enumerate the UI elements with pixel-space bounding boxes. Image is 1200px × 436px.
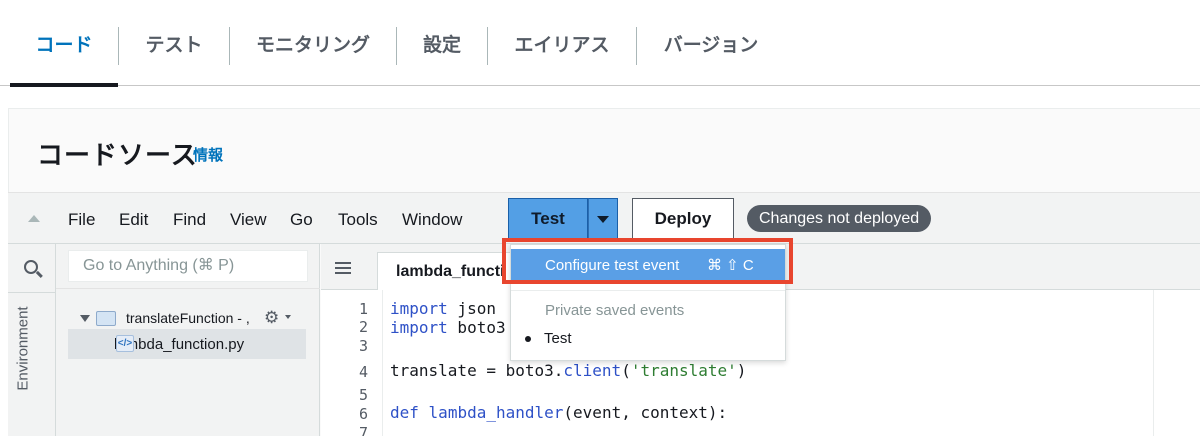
code-line-4: translate = boto3.client('translate') — [390, 361, 747, 380]
line-number: 3 — [358, 337, 368, 355]
folder-name: translateFunction - , — [126, 310, 250, 326]
search-icon[interactable] — [24, 260, 38, 274]
go-to-anything-input[interactable] — [68, 250, 308, 282]
line-number: 5 — [358, 386, 368, 404]
top-tab-bar: コード テスト モニタリング 設定 エイリアス バージョン — [0, 0, 1200, 87]
file-list-icon[interactable] — [335, 262, 351, 274]
line-number: 6 — [358, 405, 368, 423]
line-number: 7 — [358, 424, 368, 436]
saved-event-test-item[interactable]: Test — [525, 330, 572, 347]
environment-label: Environment — [14, 306, 32, 391]
tab-test[interactable]: テスト — [119, 0, 229, 86]
tab-monitoring[interactable]: モニタリング — [230, 0, 396, 86]
divider — [511, 290, 785, 291]
line-number: 2 — [358, 318, 368, 336]
saved-event-label: Test — [544, 330, 572, 347]
menu-edit[interactable]: Edit — [119, 210, 148, 230]
tab-aliases[interactable]: エイリアス — [488, 0, 636, 86]
panel-title: コードソース — [37, 140, 198, 170]
expand-triangle-icon[interactable] — [80, 314, 90, 322]
tab-settings[interactable]: 設定 — [397, 0, 487, 86]
test-dropdown-button[interactable] — [588, 198, 618, 240]
gear-icon[interactable]: ⚙ — [264, 308, 279, 328]
line-number: 4 — [358, 363, 368, 381]
code-line-6: def lambda_handler(event, context): — [390, 403, 728, 422]
menu-go[interactable]: Go — [290, 210, 313, 230]
ide-menu-bar: File Edit Find View Go Tools Window Test… — [8, 192, 1200, 244]
menu-tools[interactable]: Tools — [338, 210, 378, 230]
python-file-icon: </> — [116, 335, 134, 352]
info-link[interactable]: 情報 — [193, 144, 223, 165]
menu-find[interactable]: Find — [173, 210, 206, 230]
line-number-gutter: 1 2 3 4 5 6 7 — [321, 290, 383, 436]
divider — [56, 288, 320, 289]
environment-tab[interactable]: Environment — [6, 300, 36, 410]
caret-down-icon — [285, 315, 291, 319]
collapse-up-icon[interactable] — [28, 215, 40, 222]
status-badge: Changes not deployed — [747, 205, 932, 232]
test-button[interactable]: Test — [508, 198, 588, 240]
annotation-highlight-box — [502, 238, 793, 284]
tab-versions[interactable]: バージョン — [637, 0, 785, 86]
line-number: 1 — [358, 300, 368, 318]
tree-file-row[interactable]: </> lambda_function.py — [68, 329, 306, 359]
section-header: Private saved events — [545, 302, 685, 319]
code-line-1: import json — [390, 299, 496, 318]
folder-icon — [96, 310, 116, 326]
tree-folder-row[interactable]: translateFunction - , — [80, 307, 250, 329]
file-tree-panel: translateFunction - , ⚙ </> lambda_funct… — [56, 244, 320, 436]
print-margin — [1153, 290, 1154, 436]
menu-window[interactable]: Window — [402, 210, 462, 230]
menu-file[interactable]: File — [68, 210, 95, 230]
deploy-button[interactable]: Deploy — [632, 198, 734, 240]
code-line-2: import boto3 — [390, 318, 506, 337]
tab-code[interactable]: コード — [10, 0, 118, 87]
bullet-icon — [525, 335, 531, 342]
menu-view[interactable]: View — [230, 210, 267, 230]
caret-down-icon — [597, 215, 609, 223]
